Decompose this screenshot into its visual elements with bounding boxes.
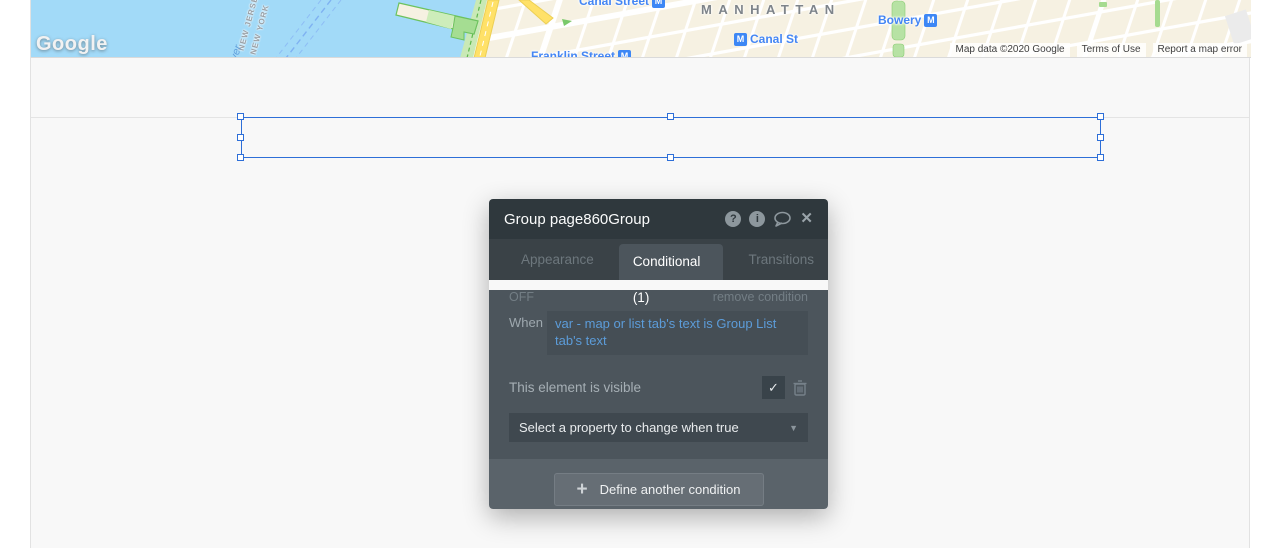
- map-data-credit: Map data ©2020 Google: [950, 43, 1070, 57]
- property-select-dropdown[interactable]: Select a property to change when true ▼: [509, 413, 808, 442]
- delete-property-button[interactable]: [792, 379, 808, 397]
- terms-of-use-link[interactable]: Terms of Use: [1076, 43, 1146, 57]
- selected-element-outline[interactable]: [241, 117, 1101, 158]
- street-label-canal-st: M Canal St: [734, 32, 798, 46]
- street-label-franklin-street: Franklin Street M: [531, 49, 632, 57]
- tab-conditional[interactable]: Conditional (1): [618, 244, 724, 305]
- google-map[interactable]: Google MANHATTAN Canal Street M Franklin…: [31, 0, 1251, 58]
- property-statement-label: This element is visible: [509, 380, 642, 395]
- selection-handle-top-mid[interactable]: [667, 113, 674, 120]
- popup-title-bar[interactable]: Group page860Group ? i ✕: [489, 199, 828, 239]
- remove-condition-link[interactable]: remove condition: [713, 290, 808, 304]
- editor-stage: Google MANHATTAN Canal Street M Franklin…: [0, 0, 1285, 548]
- property-statement-row: This element is visible ✓: [509, 376, 808, 399]
- subway-icon: M: [618, 49, 632, 57]
- info-icon[interactable]: i: [749, 211, 766, 227]
- trash-icon: [793, 379, 807, 396]
- street-label-canal-street: Canal Street M: [579, 0, 666, 8]
- selection-handle-mid-right[interactable]: [1097, 134, 1104, 141]
- visible-checkbox[interactable]: ✓: [762, 376, 785, 399]
- condition-header-row: OFF remove condition: [509, 290, 808, 304]
- define-another-condition-button[interactable]: + Define another condition: [553, 472, 764, 506]
- condition-expression-text: var - map or list tab's text is Group Li…: [555, 316, 777, 348]
- map-attribution: Map data ©2020 Google Terms of Use Repor…: [950, 43, 1247, 57]
- report-map-error-link[interactable]: Report a map error: [1152, 43, 1247, 57]
- subway-icon: M: [924, 13, 938, 27]
- popup-footer: + Define another condition: [489, 459, 828, 509]
- subway-icon: M: [734, 32, 747, 46]
- subway-icon: M: [652, 0, 666, 8]
- help-icon[interactable]: ?: [725, 211, 742, 227]
- condition-toggle-state[interactable]: OFF: [509, 290, 534, 304]
- selection-handle-bottom-right[interactable]: [1097, 154, 1104, 161]
- selection-handle-top-right[interactable]: [1097, 113, 1104, 120]
- selection-handle-bottom-left[interactable]: [237, 154, 244, 161]
- header-icons: ? i ✕: [725, 211, 813, 227]
- popup-tabbar: Appearance Conditional (1) Transitions: [489, 239, 828, 305]
- tab-transitions[interactable]: Transitions: [734, 239, 828, 280]
- street-label-bowery: Bowery M: [878, 13, 938, 27]
- tab-appearance[interactable]: Appearance: [507, 239, 608, 280]
- close-icon[interactable]: ✕: [800, 211, 813, 227]
- property-editor-popup: Group page860Group ? i ✕ Appearance Cond…: [489, 199, 828, 509]
- selection-handle-mid-left[interactable]: [237, 134, 244, 141]
- comment-icon[interactable]: [773, 211, 792, 227]
- dropdown-placeholder: Select a property to change when true: [519, 420, 739, 435]
- when-row: When var - map or list tab's text is Gro…: [509, 311, 808, 355]
- region-label-manhattan: MANHATTAN: [701, 2, 841, 17]
- popup-title: Group page860Group: [504, 210, 650, 228]
- google-logo[interactable]: Google: [36, 33, 108, 56]
- condition-expression-input[interactable]: var - map or list tab's text is Group Li…: [547, 311, 808, 355]
- selection-handle-bottom-mid[interactable]: [667, 154, 674, 161]
- plus-icon: +: [576, 478, 588, 500]
- conditional-panel: OFF remove condition When var - map or l…: [489, 290, 828, 459]
- chevron-down-icon: ▼: [789, 422, 798, 433]
- selection-handle-top-left[interactable]: [237, 113, 244, 120]
- check-icon: ✓: [768, 379, 779, 395]
- define-button-label: Define another condition: [599, 481, 741, 497]
- when-label: When: [509, 315, 543, 330]
